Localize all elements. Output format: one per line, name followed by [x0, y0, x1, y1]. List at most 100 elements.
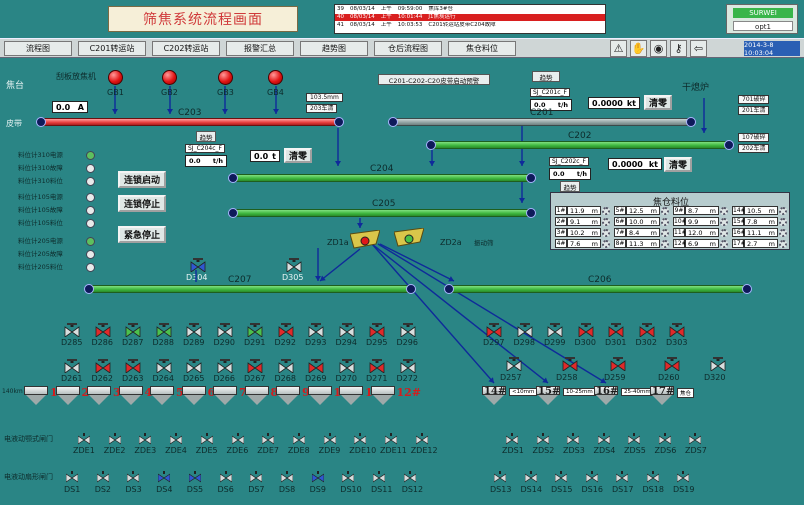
valve-d295[interactable] [369, 322, 385, 338]
coke-bin[interactable] [24, 386, 48, 406]
valve-d261[interactable] [64, 358, 80, 374]
coke-bin[interactable] [307, 386, 332, 406]
valve-d296[interactable] [400, 322, 416, 338]
belt-c207[interactable] [88, 285, 412, 293]
valve-d320[interactable] [710, 356, 726, 372]
sector-gate[interactable] [615, 468, 629, 483]
coke-bin[interactable] [87, 386, 111, 406]
sector-gate[interactable] [524, 468, 537, 483]
jaw-gate[interactable] [597, 430, 610, 445]
coke-bin[interactable] [181, 386, 206, 406]
sector-gate[interactable] [65, 468, 79, 483]
belt-c206[interactable] [448, 285, 748, 293]
valve-d262[interactable] [95, 358, 111, 374]
jaw-gate[interactable] [261, 430, 275, 445]
sector-gate[interactable] [280, 468, 294, 483]
belt-c204[interactable] [232, 174, 532, 182]
sector-gate[interactable] [249, 468, 263, 483]
valve-d292[interactable] [278, 322, 294, 338]
valve-d269[interactable] [308, 358, 324, 374]
valve-d291[interactable] [247, 322, 263, 338]
belt-c205[interactable] [232, 209, 532, 217]
gb-indicator[interactable] [108, 70, 123, 85]
sector-gate[interactable] [219, 468, 232, 483]
valve-d287[interactable] [125, 322, 141, 338]
vibrating-screen-zd2a[interactable] [393, 227, 425, 248]
sector-gate[interactable] [403, 468, 417, 483]
belt-c202[interactable] [430, 141, 730, 149]
valve-d271[interactable] [369, 358, 385, 374]
coke-bin[interactable] [370, 386, 395, 406]
gb-indicator[interactable] [162, 70, 177, 85]
valve-d288[interactable] [156, 322, 172, 338]
valve-d294[interactable] [339, 322, 355, 338]
jaw-gate[interactable] [323, 430, 336, 445]
coke-bin[interactable] [118, 386, 143, 406]
valve-d303[interactable] [669, 322, 685, 338]
coke-bin[interactable] [339, 386, 363, 406]
coke-bin[interactable] [150, 386, 174, 406]
d305-valve[interactable] [286, 257, 302, 273]
valve-d301[interactable] [608, 322, 624, 338]
sector-gate[interactable] [676, 468, 690, 483]
sector-gate[interactable] [585, 468, 598, 483]
sector-gate[interactable] [157, 468, 171, 483]
coke-bin[interactable] [276, 386, 300, 406]
jaw-gate[interactable] [77, 430, 91, 445]
jaw-gate[interactable] [566, 430, 580, 445]
sector-gate[interactable] [96, 468, 110, 483]
valve-d293[interactable] [308, 322, 324, 338]
vibrating-screen-zd1a[interactable] [349, 229, 381, 250]
valve-d285[interactable] [64, 322, 80, 338]
valve-d266[interactable] [217, 358, 233, 374]
sector-gate[interactable] [341, 468, 355, 483]
belt-c201[interactable] [392, 118, 692, 126]
jaw-gate[interactable] [231, 430, 244, 445]
sector-gate[interactable] [188, 468, 202, 483]
sector-gate[interactable] [372, 468, 386, 483]
jaw-gate[interactable] [384, 430, 398, 445]
gb-indicator[interactable] [268, 70, 283, 85]
jaw-gate[interactable] [536, 430, 549, 445]
sector-gate[interactable] [127, 468, 140, 483]
valve-d267[interactable] [247, 358, 263, 374]
jaw-gate[interactable] [415, 430, 429, 445]
jaw-gate[interactable] [505, 430, 519, 445]
jaw-gate[interactable] [627, 430, 641, 445]
jaw-gate[interactable] [292, 430, 306, 445]
jaw-gate[interactable] [200, 430, 214, 445]
valve-d263[interactable] [125, 358, 141, 374]
jaw-gate[interactable] [658, 430, 671, 445]
valve-d298[interactable] [517, 322, 533, 338]
sector-gate[interactable] [646, 468, 659, 483]
valve-d265[interactable] [186, 358, 202, 374]
valve-d259[interactable] [610, 356, 626, 372]
valve-d270[interactable] [339, 358, 355, 374]
belt-c203[interactable] [40, 118, 340, 126]
valve-d258[interactable] [562, 356, 578, 372]
valve-d300[interactable] [578, 322, 594, 338]
valve-d272[interactable] [400, 358, 416, 374]
valve-d264[interactable] [156, 358, 172, 374]
valve-d257[interactable] [506, 356, 522, 372]
valve-d302[interactable] [639, 322, 655, 338]
valve-d268[interactable] [278, 358, 294, 374]
valve-d290[interactable] [217, 322, 233, 338]
sector-gate[interactable] [311, 468, 324, 483]
valve-d260[interactable] [664, 356, 680, 372]
valve-d299[interactable] [547, 322, 563, 338]
jaw-gate[interactable] [688, 430, 702, 445]
jaw-gate[interactable] [169, 430, 183, 445]
valve-d289[interactable] [186, 322, 202, 338]
jaw-gate[interactable] [108, 430, 122, 445]
d304-valve[interactable] [190, 257, 206, 273]
sector-gate[interactable] [493, 468, 507, 483]
coke-bin[interactable] [55, 386, 80, 406]
jaw-gate[interactable] [139, 430, 152, 445]
valve-d297[interactable] [486, 322, 502, 338]
gb-indicator[interactable] [218, 70, 233, 85]
coke-bin[interactable] [213, 386, 237, 406]
sector-gate[interactable] [554, 468, 568, 483]
valve-d286[interactable] [95, 322, 111, 338]
jaw-gate[interactable] [353, 430, 367, 445]
